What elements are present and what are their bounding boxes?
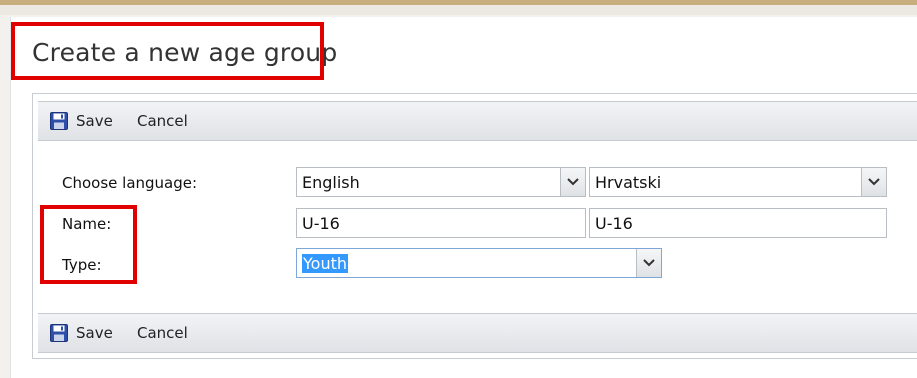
save-button-label: Save bbox=[76, 112, 113, 130]
top-background-band bbox=[0, 5, 917, 15]
language-secondary-value: Hrvatski bbox=[595, 172, 662, 192]
language-primary-value: English bbox=[302, 172, 360, 192]
name-secondary-value: U-16 bbox=[595, 213, 633, 233]
toolbar-bottom: Save Cancel bbox=[38, 313, 917, 353]
cancel-button-bottom[interactable]: Cancel bbox=[137, 314, 188, 352]
name-input-secondary[interactable]: U-16 bbox=[589, 208, 887, 238]
save-button-top[interactable]: Save bbox=[50, 102, 113, 140]
title-highlight-box bbox=[11, 22, 324, 80]
language-select-primary[interactable]: English bbox=[296, 167, 586, 197]
name-primary-value: U-16 bbox=[302, 213, 340, 233]
floppy-disk-icon bbox=[50, 324, 68, 342]
floppy-disk-icon bbox=[50, 112, 68, 130]
save-button-bottom[interactable]: Save bbox=[50, 314, 113, 352]
cancel-button-label: Cancel bbox=[137, 324, 188, 342]
name-input-primary[interactable]: U-16 bbox=[296, 208, 586, 238]
chevron-down-icon[interactable] bbox=[861, 168, 886, 196]
cancel-button-label: Cancel bbox=[137, 112, 188, 130]
choose-language-label: Choose language: bbox=[62, 174, 198, 192]
type-value: Youth bbox=[302, 253, 348, 273]
cancel-button-top[interactable]: Cancel bbox=[137, 102, 188, 140]
toolbar-top: Save Cancel bbox=[38, 101, 917, 141]
labels-highlight-box bbox=[40, 205, 137, 284]
type-select[interactable]: Youth bbox=[296, 248, 662, 278]
chevron-down-icon[interactable] bbox=[560, 168, 585, 196]
chevron-down-icon[interactable] bbox=[636, 249, 661, 277]
language-select-secondary[interactable]: Hrvatski bbox=[589, 167, 887, 197]
save-button-label: Save bbox=[76, 324, 113, 342]
